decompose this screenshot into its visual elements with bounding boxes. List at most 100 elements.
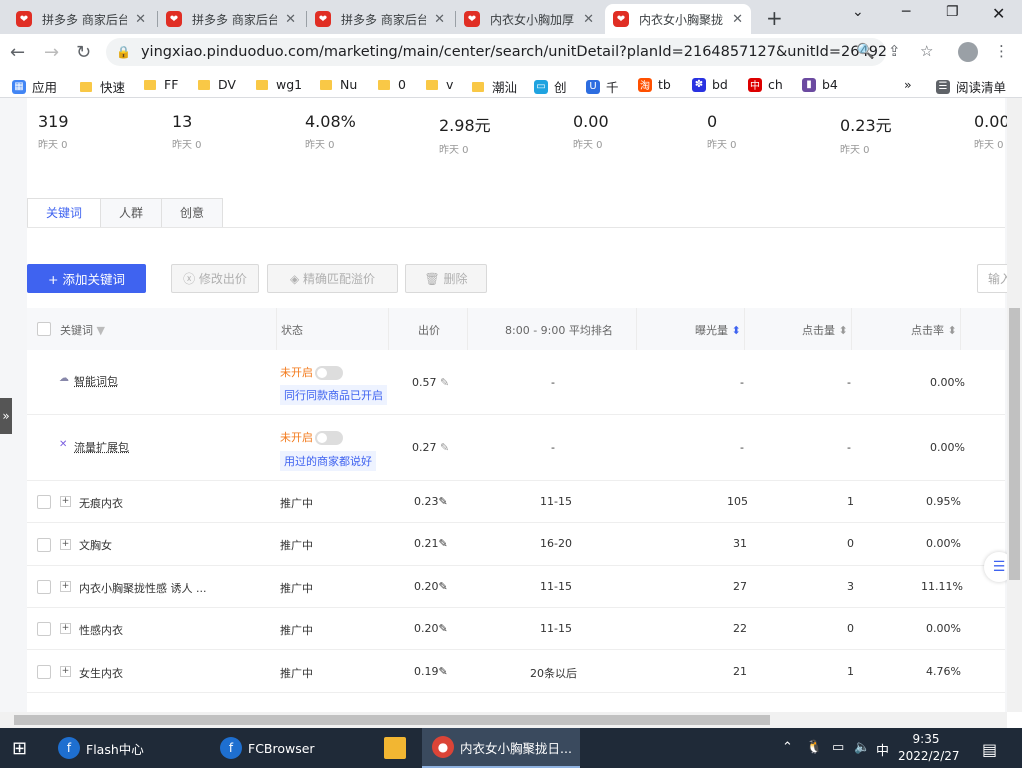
expand-row-button[interactable]: + (60, 496, 71, 507)
row-checkbox[interactable] (37, 622, 51, 636)
row-checkbox[interactable] (37, 665, 51, 679)
bookmark-site[interactable]: ✽ bd (692, 77, 728, 92)
windows-start-icon[interactable]: ⊞ (12, 728, 27, 768)
close-tab-icon[interactable]: ✕ (434, 12, 445, 27)
expand-row-button[interactable]: + (60, 581, 71, 592)
new-tab-button[interactable]: + (766, 6, 783, 30)
browser-menu-icon[interactable]: ⋮ (994, 42, 1009, 60)
bid-value[interactable]: 0.20✎ (414, 622, 448, 635)
volume-icon[interactable]: 🔈 (854, 740, 870, 755)
tab-search-chevron-down-icon[interactable]: ⌄ (852, 4, 864, 20)
ime-indicator[interactable]: 中 (876, 740, 889, 759)
taskbar-item-chrome[interactable]: ● 内衣女小胸聚拢日... (422, 728, 580, 768)
bookmark-folder[interactable]: 快速 (80, 77, 125, 96)
row-checkbox[interactable] (37, 538, 51, 552)
bookmark-folder[interactable]: DV (198, 77, 236, 92)
filter-icon[interactable]: ▼ (97, 324, 105, 337)
forward-arrow-icon[interactable]: → (44, 42, 59, 63)
bookmark-site[interactable]: ▮ b4 (802, 77, 838, 92)
system-clock[interactable]: 9:35 2022/2/27 (898, 731, 960, 765)
taskbar-item-fcbrowser[interactable]: f FCBrowser (220, 728, 315, 768)
edit-icon[interactable]: ✎ (440, 376, 449, 389)
close-tab-icon[interactable]: ✕ (583, 12, 594, 27)
bid-value[interactable]: 0.20✎ (414, 580, 448, 593)
zoom-icon[interactable]: 🔍 (856, 42, 875, 60)
sort-icon[interactable]: ⬍ (839, 324, 848, 337)
edit-icon[interactable]: ✎ (439, 665, 448, 678)
close-tab-icon[interactable]: ✕ (135, 12, 146, 27)
minimize-icon[interactable]: ─ (902, 4, 910, 20)
address-bar[interactable]: 🔒 yingxiao.pinduoduo.com/marketing/main/… (106, 38, 886, 66)
bookmark-site[interactable]: 淘 tb (638, 77, 671, 92)
bid-value[interactable]: 0.19✎ (414, 665, 448, 678)
bookmark-folder[interactable]: 潮汕 (472, 77, 517, 96)
browser-tab-2[interactable]: ❤ 拼多多 商家后台 ✕ (158, 4, 304, 34)
bid-value[interactable]: 0.27 ✎ (412, 441, 449, 454)
bookmark-folder[interactable]: FF (144, 77, 178, 92)
row-checkbox[interactable] (37, 495, 51, 509)
bookmark-folder[interactable]: 0 (378, 77, 406, 92)
reading-list-button[interactable]: ☰ 阅读清单 (936, 77, 1006, 96)
tab-audience[interactable]: 人群 (100, 198, 162, 228)
bookmark-apps[interactable]: ▦ 应用 (12, 77, 57, 96)
bookmark-star-icon[interactable]: ☆ (920, 42, 933, 60)
tray-overflow-icon[interactable]: ⌃ (782, 740, 793, 755)
browser-tab-3[interactable]: ❤ 拼多多 商家后台 ✕ (307, 4, 453, 34)
share-icon[interactable]: ⇪ (888, 42, 901, 60)
taskbar-item-flash[interactable]: f Flash中心 (58, 728, 144, 768)
bid-value[interactable]: 0.21✎ (414, 537, 448, 550)
browser-tab-1[interactable]: ❤ 拼多多 商家后台 ✕ (8, 4, 154, 34)
column-clicks[interactable]: 点击量 ⬍ (802, 322, 848, 338)
back-arrow-icon[interactable]: ← (10, 42, 25, 63)
close-tab-icon[interactable]: ✕ (732, 12, 743, 27)
column-ctr[interactable]: 点击率 ⬍ (911, 322, 957, 338)
bookmarks-overflow-button[interactable]: » (904, 77, 912, 92)
bookmark-site[interactable]: ▭ 创 (534, 77, 567, 96)
edit-icon[interactable]: ✎ (439, 580, 448, 593)
reload-icon[interactable]: ↻ (76, 42, 91, 63)
browser-tab-4[interactable]: ❤ 内衣女小胸加厚 ✕ (456, 4, 602, 34)
precise-match-premium-button[interactable]: ◈ 精确匹配溢价 (267, 264, 398, 293)
column-keyword[interactable]: 关键词 ▼ (60, 322, 105, 338)
bookmark-site[interactable]: U千 (586, 77, 619, 96)
column-avg-rank[interactable]: 8:00 - 9:00 平均排名 (505, 322, 613, 338)
bookmark-site[interactable]: 中 ch (748, 77, 783, 92)
edit-icon[interactable]: ✎ (439, 622, 448, 635)
row-checkbox[interactable] (37, 580, 51, 594)
tray-app-icon[interactable]: 🐧 (806, 740, 822, 755)
expand-row-button[interactable]: + (60, 623, 71, 634)
edit-icon[interactable]: ✎ (440, 441, 449, 454)
horizontal-scrollbar-thumb[interactable] (14, 715, 770, 725)
side-panel-expand-handle[interactable]: » (0, 398, 12, 434)
table-row: + 文胸女 推广中 0.21✎ 16-20 31 0 0.00% (27, 523, 1005, 566)
notification-icon[interactable]: ▤ (982, 740, 997, 759)
modify-bid-button[interactable]: ⓧ 修改出价 (171, 264, 259, 293)
taskbar-file-explorer[interactable] (384, 728, 412, 768)
profile-avatar-icon[interactable] (958, 42, 978, 62)
edit-icon[interactable]: ✎ (439, 537, 448, 550)
close-window-icon[interactable]: ✕ (992, 4, 1005, 23)
select-all-checkbox[interactable] (37, 322, 51, 336)
delete-button[interactable]: 🗑 删除 (405, 264, 487, 293)
close-tab-icon[interactable]: ✕ (285, 12, 296, 27)
add-keyword-button[interactable]: + 添加关键词 (27, 264, 146, 293)
sort-icon[interactable]: ⬍ (732, 324, 741, 337)
bookmark-folder[interactable]: wg1 (256, 77, 302, 92)
bid-value[interactable]: 0.57 ✎ (412, 376, 449, 389)
browser-tab-5-active[interactable]: ❤ 内衣女小胸聚拢 ✕ (605, 4, 751, 34)
expand-row-button[interactable]: + (60, 539, 71, 550)
expand-row-button[interactable]: + (60, 666, 71, 677)
bookmark-folder[interactable]: v (426, 77, 453, 92)
edit-icon[interactable]: ✎ (439, 495, 448, 508)
enable-toggle[interactable] (315, 431, 343, 445)
vertical-scrollbar-thumb[interactable] (1009, 308, 1020, 580)
column-impressions[interactable]: 曝光量 ⬍ (695, 322, 741, 338)
bid-value[interactable]: 0.23✎ (414, 495, 448, 508)
tab-creative[interactable]: 创意 (161, 198, 224, 228)
network-icon[interactable]: ▭ (832, 740, 844, 755)
sort-icon[interactable]: ⬍ (948, 324, 957, 337)
tab-keywords[interactable]: 关键词 (27, 198, 101, 228)
enable-toggle[interactable] (315, 366, 343, 380)
bookmark-folder[interactable]: Nu (320, 77, 357, 92)
restore-icon[interactable]: ❐ (946, 4, 959, 20)
